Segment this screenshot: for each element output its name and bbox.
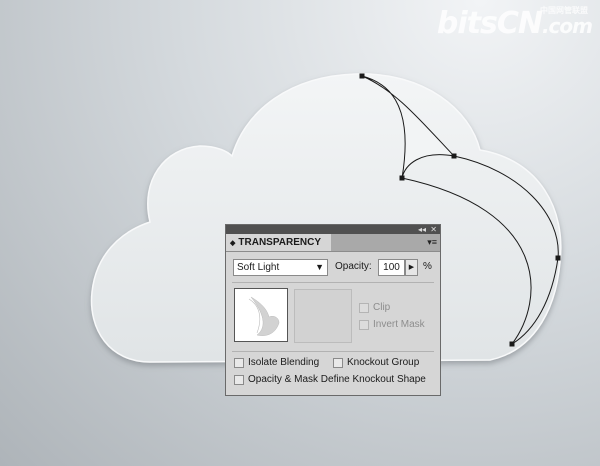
artwork-thumbnail[interactable]	[234, 288, 288, 342]
transparency-panel: ◂◂ ✕ ◆ TRANSPARENCY ▾≡ Soft Light ▼ Opaci…	[225, 224, 441, 396]
blend-mode-value: Soft Light	[237, 262, 280, 273]
blend-opacity-row: Soft Light ▼ Opacity: 100 ▶ %	[233, 259, 433, 277]
thumbnails	[234, 288, 352, 346]
isolate-blending-checkbox[interactable]: Isolate Blending	[234, 357, 319, 368]
anchor-point	[555, 255, 561, 261]
chevron-down-icon: ▼	[315, 262, 324, 272]
invert-mask-checkbox[interactable]: Invert Mask	[359, 319, 425, 330]
checkbox-box	[234, 374, 244, 385]
collapse-icon[interactable]: ◂◂	[418, 225, 426, 234]
expand-arrows-icon: ◆	[230, 240, 236, 247]
watermark-domain: .com	[541, 14, 593, 38]
opacity-label: Opacity:	[335, 261, 372, 272]
knockout-group-label: Knockout Group	[347, 357, 420, 368]
anchor-point	[359, 73, 365, 79]
knockout-group-checkbox[interactable]: Knockout Group	[333, 357, 419, 368]
opacity-input[interactable]: 100	[378, 259, 405, 276]
isolate-blending-label: Isolate Blending	[248, 357, 320, 368]
invert-mask-label: Invert Mask	[373, 319, 425, 330]
mask-thumbnail[interactable]	[294, 289, 352, 343]
anchor-point	[509, 341, 515, 347]
anchor-point	[451, 153, 457, 159]
checkbox-box	[333, 357, 343, 368]
checkbox-box	[359, 319, 369, 330]
opacity-mask-label: Opacity & Mask Define Knockout Shape	[248, 374, 426, 385]
close-icon[interactable]: ✕	[430, 225, 437, 234]
opacity-mask-knockout-checkbox[interactable]: Opacity & Mask Define Knockout Shape	[234, 374, 426, 385]
checkbox-box	[234, 357, 244, 368]
divider	[232, 282, 434, 283]
watermark-brand: bitsCN	[436, 6, 543, 41]
moon-thumbnail-icon	[248, 296, 280, 336]
blend-mode-select[interactable]: Soft Light ▼	[233, 259, 328, 276]
opacity-unit: %	[423, 261, 432, 272]
watermark-small: 中国网管联盟	[540, 6, 588, 15]
opacity-stepper-icon[interactable]: ▶	[405, 259, 418, 276]
panel-titlebar[interactable]: ◂◂ ✕	[226, 225, 440, 234]
panel-title: TRANSPARENCY	[238, 237, 321, 248]
anchor-point	[399, 175, 405, 181]
panel-menu-icon[interactable]: ▾≡	[427, 237, 437, 248]
checkbox-box	[359, 302, 369, 313]
divider	[232, 351, 434, 352]
clip-checkbox[interactable]: Clip	[359, 302, 390, 313]
panel-tab-row: ◆ TRANSPARENCY ▾≡	[226, 234, 440, 252]
tab-transparency[interactable]: ◆ TRANSPARENCY	[226, 234, 331, 251]
clip-label: Clip	[373, 302, 391, 313]
watermark-logo: bitsCN.com 中国网管联盟	[436, 6, 593, 41]
